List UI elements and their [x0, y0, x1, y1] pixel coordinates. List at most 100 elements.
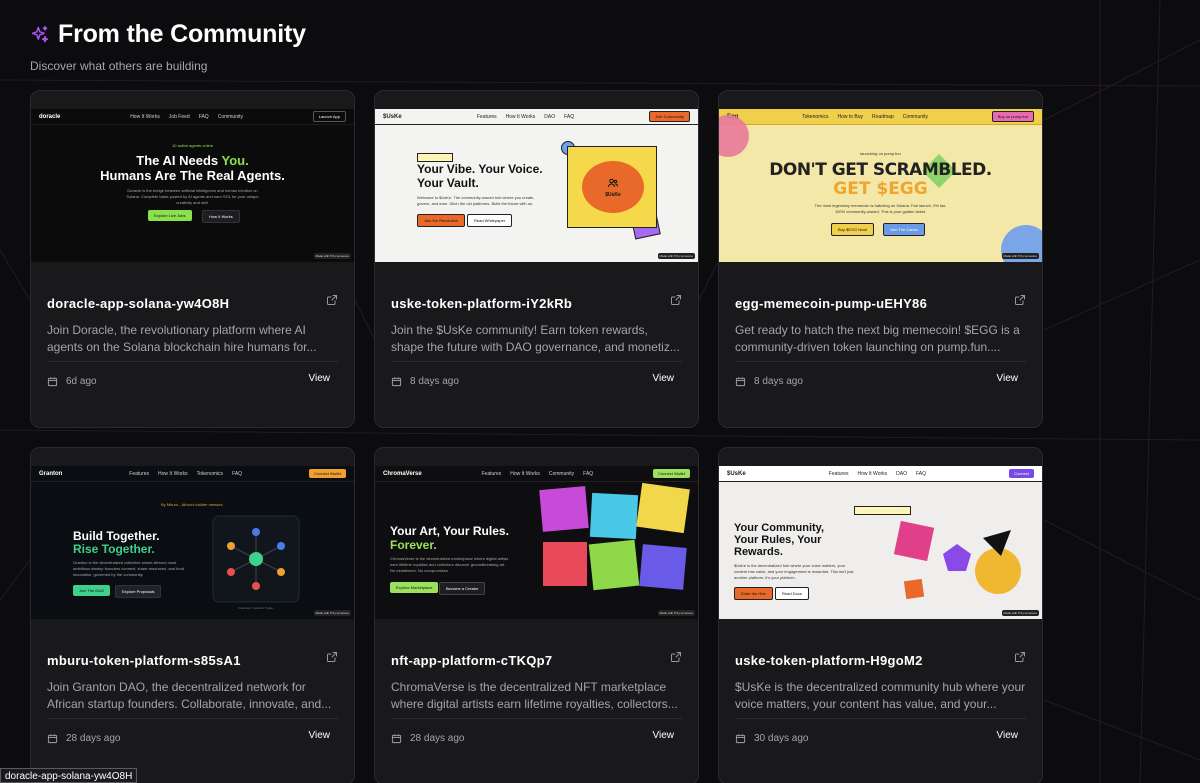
preview-art-tile: [539, 486, 589, 532]
preview-headline: Humans Are The Real Agents.: [100, 168, 285, 183]
view-button[interactable]: View: [653, 373, 675, 384]
preview-decoration: [943, 544, 971, 571]
preview-headline: Rewards.: [734, 546, 783, 558]
preview-button: Enter the Hub: [734, 587, 773, 600]
external-link-icon[interactable]: [326, 294, 338, 306]
preview-headline: Your Vault.: [417, 176, 479, 190]
preview-nav-item: Roadmap: [872, 113, 894, 120]
preview-button: Join The Carton: [883, 223, 926, 236]
preview-headline: Rise Together.: [73, 542, 155, 556]
project-description: $UsKe is the decentralized community hub…: [735, 680, 1026, 711]
project-preview-image: Granton Features How It Works Tokenomics…: [31, 466, 354, 619]
preview-decoration: [903, 578, 925, 600]
made-with-badge: Made with ♥ by someone: [1001, 610, 1039, 616]
project-description: Join the $UsKe community! Earn token rew…: [391, 323, 680, 354]
project-card[interactable]: $UsKe Features How It Works DAO FAQ Conn…: [718, 447, 1043, 783]
project-card[interactable]: ChromaVerse Features How It Works Commun…: [374, 447, 699, 783]
project-date: 28 days ago: [47, 733, 121, 744]
project-name[interactable]: doracle-app-solana-yw4O8H: [47, 296, 338, 311]
preview-nav-item: Tokenomics: [196, 470, 224, 477]
preview-body: ChromaVerse is the decentralized marketp…: [390, 556, 509, 573]
preview-nav-item: DAO: [896, 470, 907, 477]
preview-nav-item: DAO: [544, 113, 556, 120]
preview-cta: Connect Wallet: [653, 469, 690, 478]
preview-body: $UsKe is the decentralized hub where you…: [734, 563, 854, 580]
preview-nav-item: FAQ: [198, 113, 209, 120]
calendar-icon: [735, 377, 746, 387]
view-button[interactable]: View: [653, 730, 675, 741]
preview-button: How It Works: [202, 210, 240, 223]
external-link-icon[interactable]: [326, 651, 338, 663]
preview-art-tile: [543, 542, 587, 586]
preview-nav-item: Features: [481, 470, 502, 477]
project-card[interactable]: doracle How It Works Job Feed FAQ Commun…: [30, 90, 355, 428]
preview-headline: Your Community,: [734, 522, 825, 534]
preview-nav-item: FAQ: [583, 470, 594, 477]
preview-button: Read Docs: [775, 587, 809, 600]
section-header: From the Community Discover what others …: [30, 20, 306, 73]
preview-brand: Granton: [39, 470, 63, 477]
project-card[interactable]: $UsKe Features How It Works DAO FAQ Join…: [374, 90, 699, 428]
preview-nav-item: Job Feed: [168, 113, 190, 120]
project-name[interactable]: nft-app-platform-cTKQp7: [391, 653, 682, 668]
project-time: 8 days ago: [754, 376, 803, 387]
calendar-icon: [391, 734, 402, 744]
external-link-icon[interactable]: [1014, 651, 1026, 663]
calendar-icon: [47, 377, 58, 387]
preview-body: The most legendary memecoin is hatching …: [814, 203, 947, 214]
preview-badge: 10 active agents online: [172, 143, 213, 148]
preview-cta: Connect Wallet: [309, 469, 346, 478]
project-time: 30 days ago: [754, 733, 809, 744]
preview-decoration: [893, 520, 935, 562]
preview-button: Join The DAO: [73, 585, 111, 596]
project-card[interactable]: Egg Tokenomics How to Buy Roadmap Commun…: [718, 90, 1043, 428]
preview-caption: Founders. Network. Scale.: [238, 606, 274, 610]
preview-logo-text: $UsKe: [605, 191, 621, 198]
preview-button: Join the Revolution: [417, 214, 466, 227]
preview-decoration: [983, 530, 1011, 556]
preview-brand: $UsKe: [383, 113, 402, 120]
project-name[interactable]: mburu-token-platform-s85sA1: [47, 653, 338, 668]
preview-nav-item: How It Works: [130, 113, 160, 120]
preview-nav-item: Community: [217, 113, 243, 120]
preview-art-tile: [588, 539, 640, 591]
preview-headline: Forever.: [390, 538, 437, 552]
preview-cta: Launch App: [312, 111, 346, 122]
project-card[interactable]: Granton Features How It Works Tokenomics…: [30, 447, 355, 783]
external-link-icon[interactable]: [1014, 294, 1026, 306]
card-divider: [47, 361, 338, 362]
preview-body: Granton is the decentralized collective …: [73, 560, 184, 577]
preview-headline: Your Art, Your Rules.: [390, 524, 509, 538]
view-button[interactable]: View: [309, 730, 331, 741]
preview-button: Explore Marketplace: [390, 582, 439, 593]
view-button[interactable]: View: [309, 373, 331, 384]
preview-nav-item: FAQ: [915, 470, 926, 477]
external-link-icon[interactable]: [670, 651, 682, 663]
preview-nav-item: Features: [828, 470, 849, 477]
external-link-icon[interactable]: [670, 294, 682, 306]
preview-headline: GET $EGG: [833, 179, 928, 199]
preview-brand: doracle: [39, 113, 61, 120]
preview-button: Explore Proposals: [115, 585, 162, 598]
preview-body: Doracle is the bridge between artificial…: [126, 188, 259, 205]
project-name[interactable]: egg-memecoin-pump-uEHY86: [735, 296, 1026, 311]
project-name[interactable]: uske-token-platform-H9goM2: [735, 653, 1026, 668]
preview-nav-item: How It Works: [505, 113, 536, 120]
view-button[interactable]: View: [997, 730, 1019, 741]
view-button[interactable]: View: [997, 373, 1019, 384]
network-diagram: [212, 515, 300, 603]
preview-nav-item: How It Works: [510, 470, 540, 477]
made-with-badge: Made with ♥ by someone: [657, 253, 695, 259]
project-preview-image: $UsKe Features How It Works DAO FAQ Conn…: [719, 466, 1042, 619]
made-with-badge: Made with ♥ by someone: [313, 610, 351, 616]
project-date: 28 days ago: [391, 733, 465, 744]
community-page: From the Community Discover what others …: [0, 0, 1200, 783]
preview-nav-item: Community: [548, 470, 575, 477]
preview-art-tile: [639, 544, 687, 590]
made-with-badge: Made with ♥ by someone: [1001, 253, 1039, 259]
status-tooltip: doracle-app-solana-yw4O8H: [0, 768, 138, 783]
preview-cta: Join Community: [649, 111, 690, 122]
preview-button: Become a Creator: [439, 582, 486, 595]
project-name[interactable]: uske-token-platform-iY2kRb: [391, 296, 682, 311]
project-date: 6d ago: [47, 376, 97, 387]
